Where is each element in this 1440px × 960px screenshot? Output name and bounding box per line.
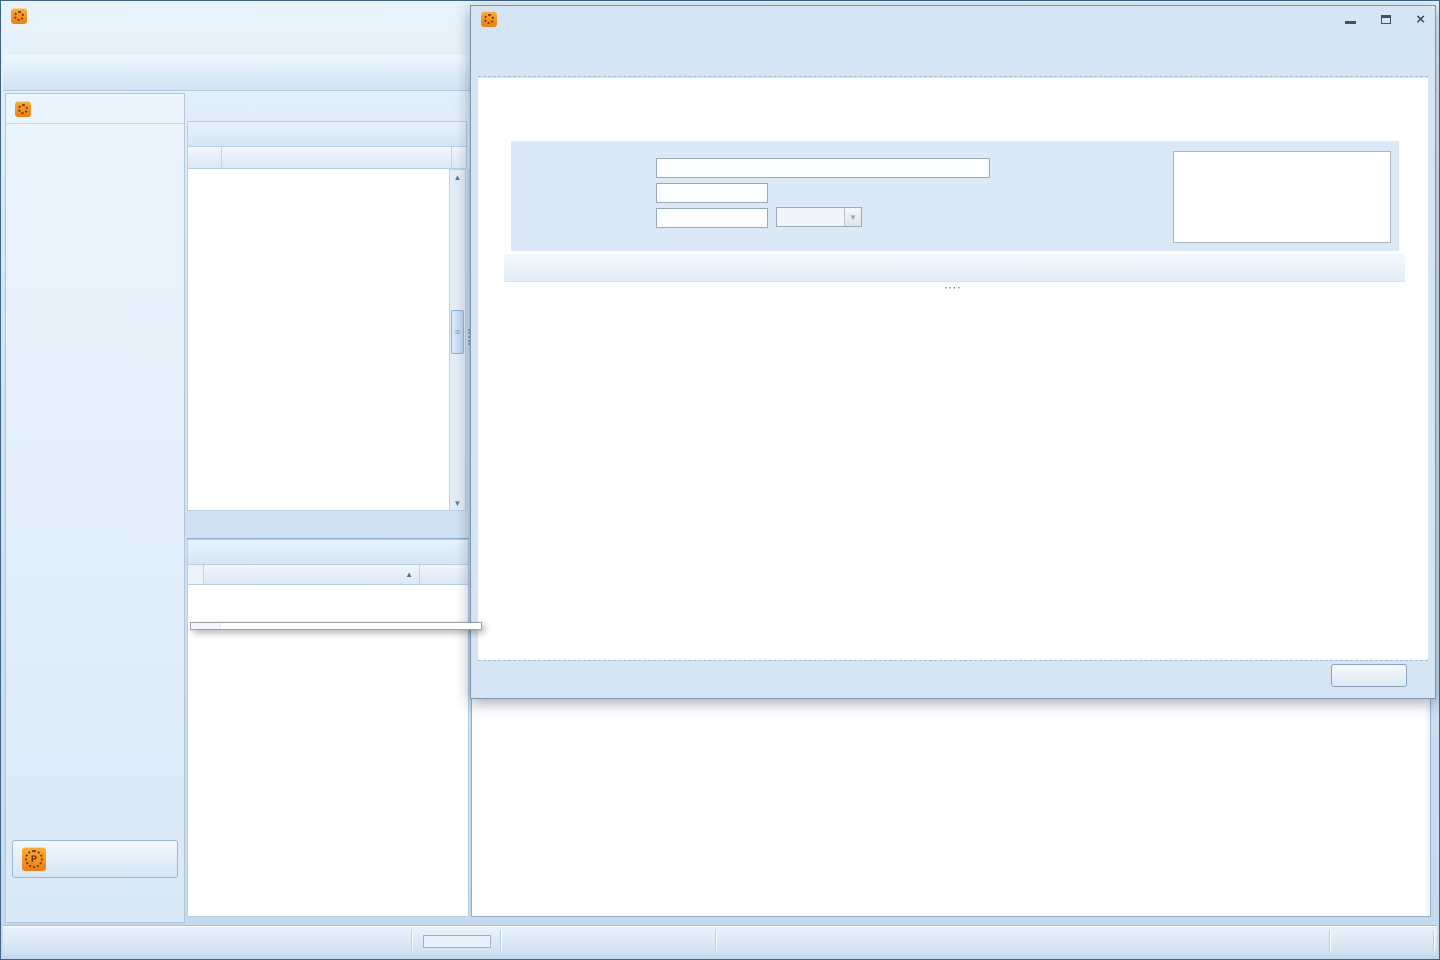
handelingen-body xyxy=(187,585,469,917)
dialog-form-panel: ▼ xyxy=(511,141,1399,251)
scroll-down-icon[interactable]: ▼ xyxy=(450,496,465,510)
column-header-blank xyxy=(452,147,466,168)
sidebar xyxy=(5,93,185,923)
element-list-header[interactable] xyxy=(187,147,467,169)
chevron-down-icon[interactable]: ▼ xyxy=(844,208,861,226)
status-progressbar xyxy=(423,935,491,948)
minimize-icon[interactable] xyxy=(1345,21,1356,24)
status-separator xyxy=(1329,930,1330,951)
oprognose-logo-icon xyxy=(15,101,31,117)
sidebar-bottom-button[interactable] xyxy=(12,840,178,878)
sluiten-button[interactable] xyxy=(1331,664,1407,687)
oprognose-logo-icon xyxy=(22,847,46,871)
status-separator xyxy=(411,930,412,951)
close-icon[interactable]: × xyxy=(1416,12,1425,27)
vergelijken-dialog: × ▼ ···· xyxy=(470,5,1436,699)
app-logo-icon xyxy=(481,11,497,27)
sidebar-header xyxy=(6,94,184,124)
dialog-toolbar xyxy=(504,254,1405,282)
column-header-nlsfb[interactable] xyxy=(222,147,452,168)
window-controls: × xyxy=(1345,12,1425,27)
element-list-toolbar xyxy=(187,121,467,147)
context-menu xyxy=(190,622,482,630)
element-list-body xyxy=(187,169,449,511)
normbedrag-input[interactable] xyxy=(656,208,768,228)
handelingen-toolbar xyxy=(187,539,469,565)
resize-grip-icon[interactable]: ···· xyxy=(944,283,961,294)
status-separator xyxy=(500,930,501,951)
handeling-input[interactable] xyxy=(656,158,990,178)
dialog-bottom-band xyxy=(478,660,1428,691)
column-header-handeling[interactable]: ▲ xyxy=(204,565,420,584)
compare-groupbox xyxy=(1173,151,1391,243)
scrollbar-thumb[interactable] xyxy=(451,310,464,354)
unit-combobox[interactable]: ▼ xyxy=(776,207,862,227)
row-indicator-header xyxy=(188,565,204,584)
status-separator xyxy=(1433,930,1434,951)
column-header-num[interactable] xyxy=(188,147,222,168)
element-list-scrollbar[interactable]: ▲ ▼ xyxy=(449,169,466,511)
handelid-input[interactable] xyxy=(656,183,768,203)
status-separator xyxy=(715,930,716,951)
dialog-titlebar: × xyxy=(471,6,1435,32)
scroll-up-icon[interactable]: ▲ xyxy=(450,170,465,184)
statusbar xyxy=(3,925,1437,955)
maximize-icon[interactable] xyxy=(1381,15,1391,24)
sort-asc-icon: ▲ xyxy=(405,570,413,579)
dialog-top-band xyxy=(478,32,1428,77)
app-logo-icon xyxy=(11,8,27,24)
handelingen-header[interactable]: ▲ xyxy=(187,565,469,585)
